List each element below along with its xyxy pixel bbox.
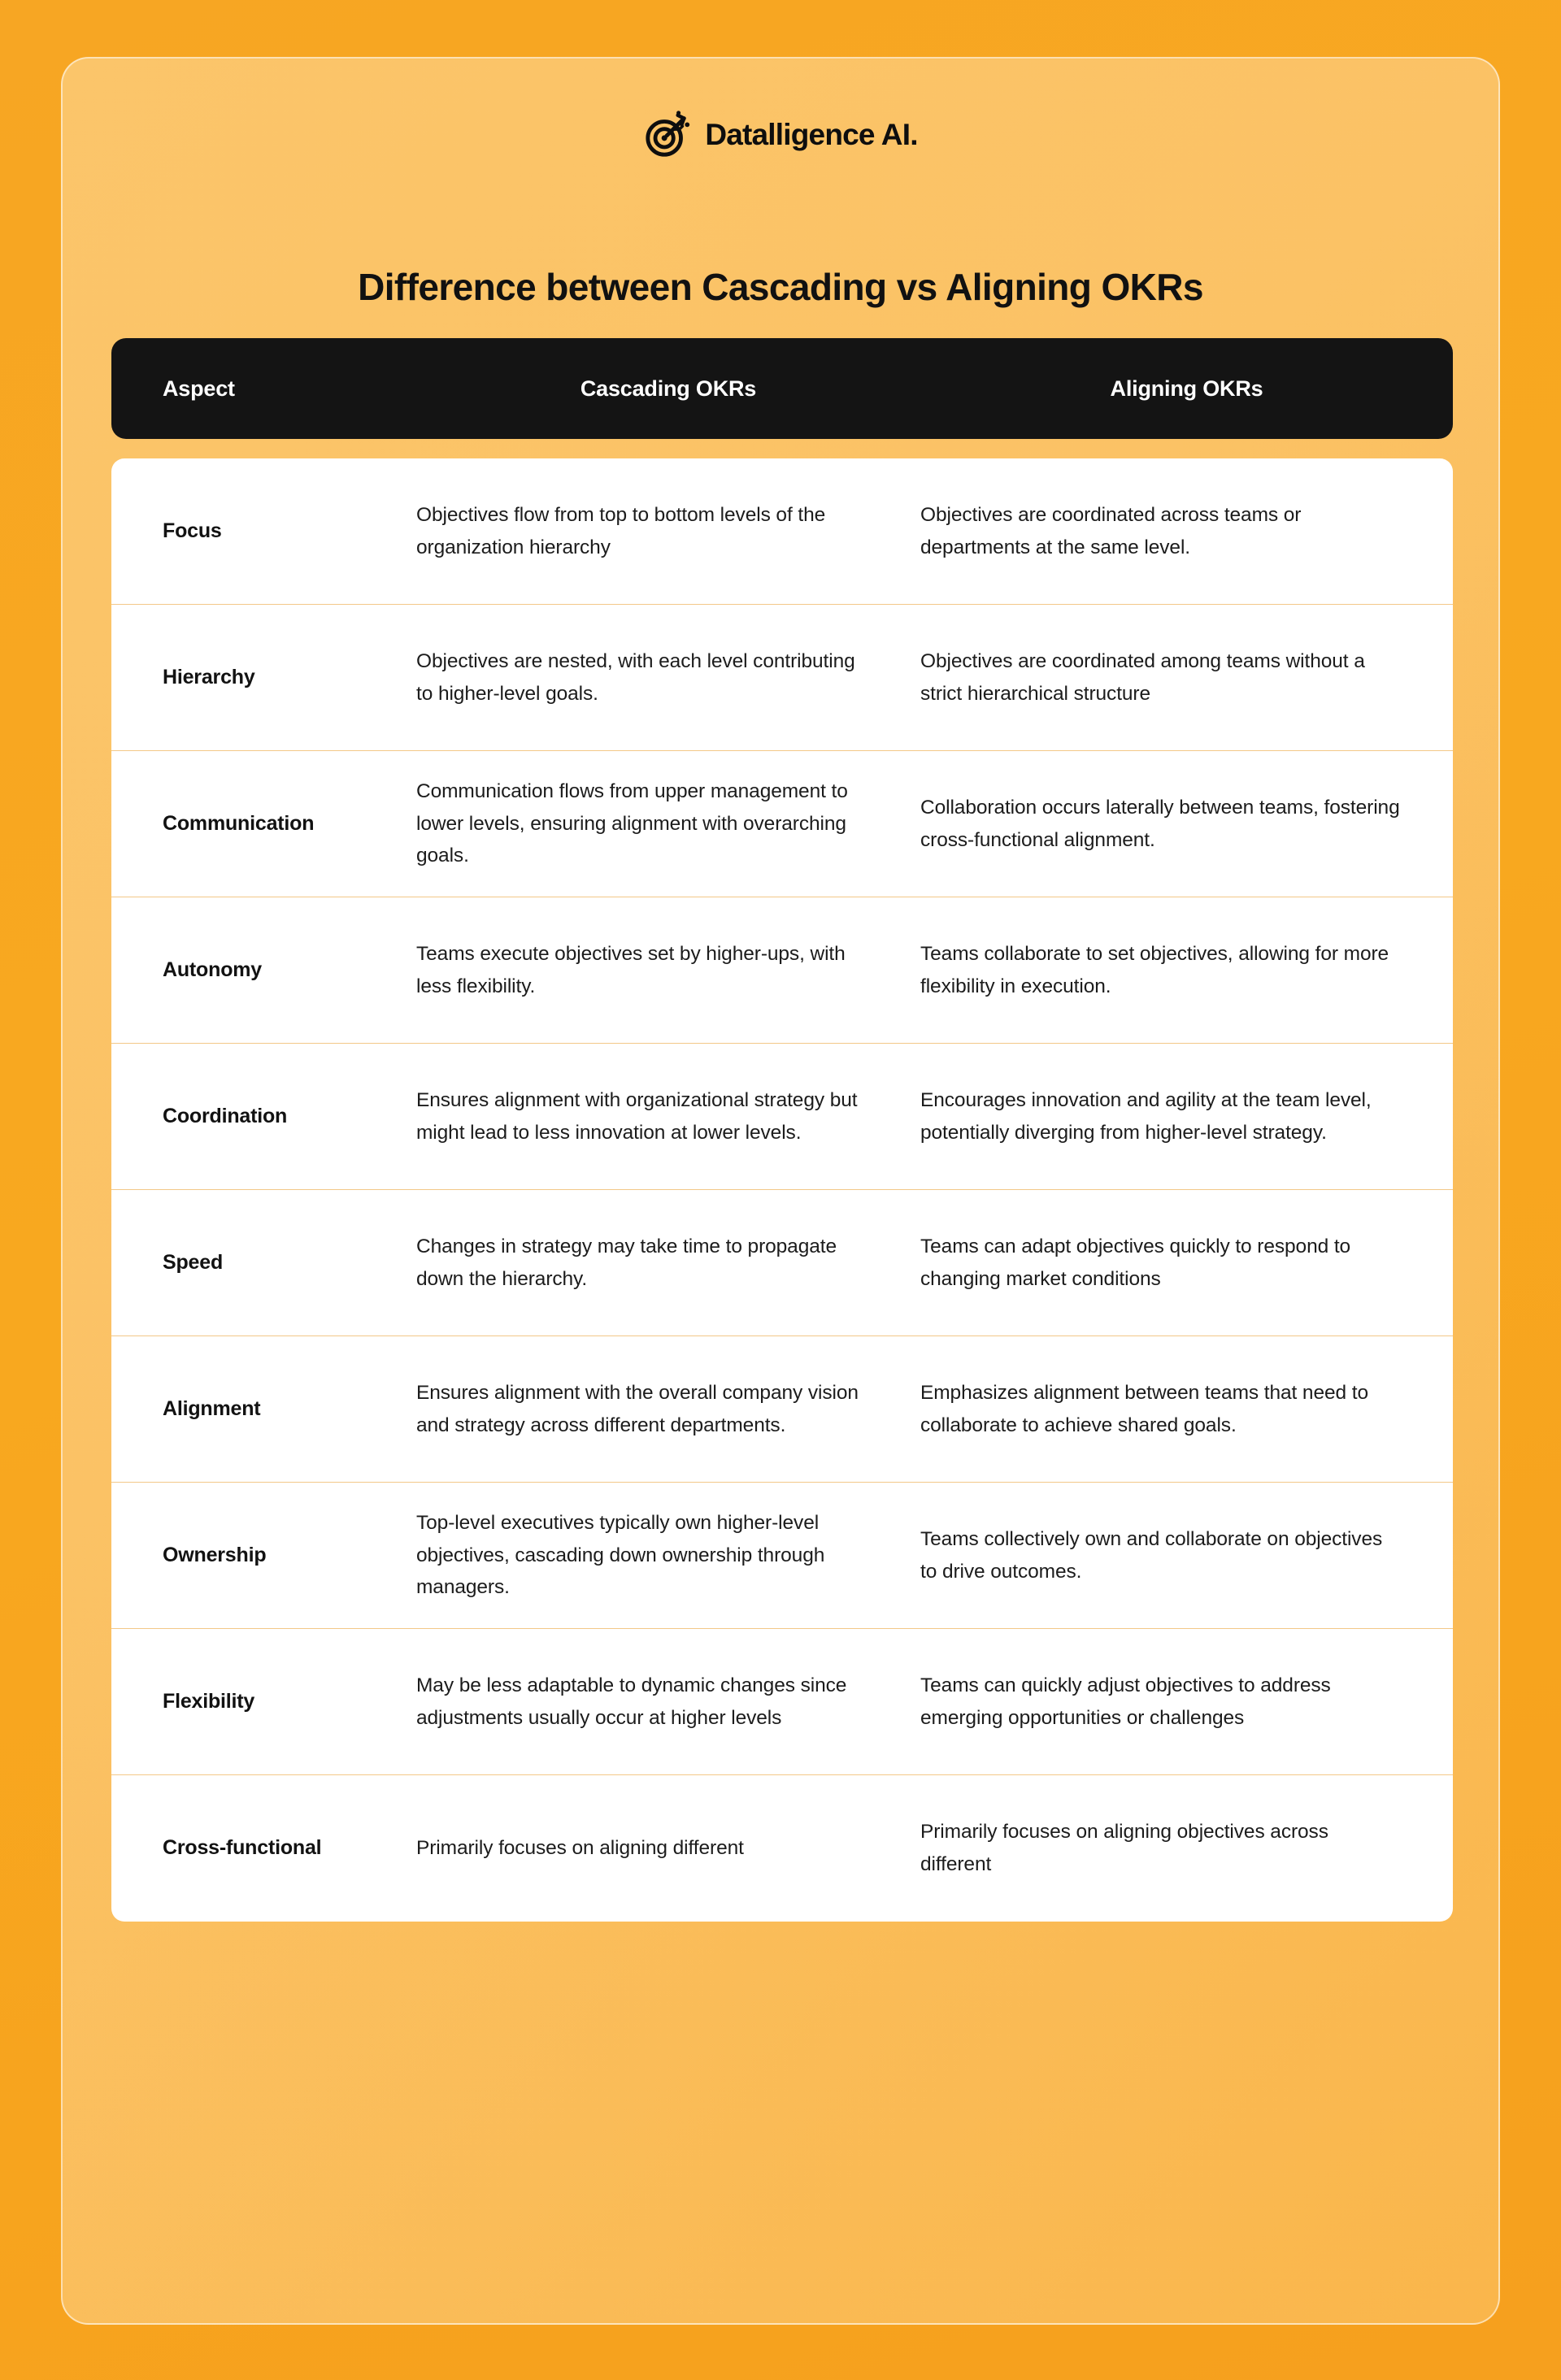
row-aligning-text: Objectives are coordinated across teams … xyxy=(920,503,1302,558)
row-cascading-text: Objectives are nested, with each level c… xyxy=(416,649,855,705)
row-aspect-label: Cross-functional xyxy=(163,1836,322,1860)
table-row: Alignment Ensures alignment with the ove… xyxy=(111,1336,1453,1483)
brand-name: Datalligence AI. xyxy=(705,117,918,151)
row-cascading-text: Primarily focuses on aligning different xyxy=(416,1837,744,1860)
row-aligning-text: Emphasizes alignment between teams that … xyxy=(920,1381,1368,1436)
table-row: Ownership Top-level executives typically… xyxy=(111,1483,1453,1629)
infographic-card: Datalligence AI. Difference between Casc… xyxy=(61,57,1500,2325)
row-cascading-text: Changes in strategy may take time to pro… xyxy=(416,1235,837,1290)
table-row: Focus Objectives flow from top to bottom… xyxy=(111,458,1453,605)
row-aspect-label: Alignment xyxy=(163,1396,261,1420)
column-header-aligning: Aligning OKRs xyxy=(1110,376,1263,401)
comparison-table: Aspect Cascading OKRs Aligning OKRs Focu… xyxy=(111,338,1453,1922)
row-aspect-label: Coordination xyxy=(163,1104,288,1127)
row-cascading-text: Ensures alignment with the overall compa… xyxy=(416,1381,859,1436)
row-aspect-label: Flexibility xyxy=(163,1689,255,1713)
row-aspect-label: Speed xyxy=(163,1250,224,1274)
table-row: Hierarchy Objectives are nested, with ea… xyxy=(111,605,1453,751)
row-aligning-text: Teams collectively own and collaborate o… xyxy=(920,1527,1383,1583)
poster-canvas: Datalligence AI. Difference between Casc… xyxy=(0,0,1561,2380)
table-row: Communication Communication flows from u… xyxy=(111,751,1453,897)
row-cascading-text: Communication flows from upper managemen… xyxy=(416,780,848,867)
row-aspect-label: Ownership xyxy=(163,1543,267,1566)
row-cascading-text: May be less adaptable to dynamic changes… xyxy=(416,1674,847,1729)
table-body: Focus Objectives flow from top to bottom… xyxy=(111,458,1453,1922)
row-aligning-text: Teams can quickly adjust objectives to a… xyxy=(920,1674,1331,1729)
brand-lockup: Datalligence AI. xyxy=(63,109,1498,159)
row-aligning-text: Encourages innovation and agility at the… xyxy=(920,1088,1372,1144)
row-cascading-text: Top-level executives typically own highe… xyxy=(416,1511,825,1599)
table-row: Speed Changes in strategy may take time … xyxy=(111,1190,1453,1336)
table-row: Coordination Ensures alignment with orga… xyxy=(111,1044,1453,1190)
row-cascading-text: Teams execute objectives set by higher-u… xyxy=(416,942,846,997)
row-aligning-text: Primarily focuses on aligning objectives… xyxy=(920,1821,1328,1875)
page-title: Difference between Cascading vs Aligning… xyxy=(358,266,1203,308)
table-row: Autonomy Teams execute objectives set by… xyxy=(111,897,1453,1044)
row-aspect-label: Autonomy xyxy=(163,958,262,981)
row-cascading-text: Ensures alignment with organizational st… xyxy=(416,1088,858,1144)
column-header-cascading: Cascading OKRs xyxy=(580,376,757,401)
row-aspect-label: Hierarchy xyxy=(163,665,255,688)
table-row: Flexibility May be less adaptable to dyn… xyxy=(111,1629,1453,1775)
table-header-row: Aspect Cascading OKRs Aligning OKRs xyxy=(111,338,1453,439)
column-header-aspect: Aspect xyxy=(163,376,235,401)
bullseye-target-arrow-icon xyxy=(643,109,694,159)
row-aspect-label: Communication xyxy=(163,811,315,835)
table-row: Cross-functional Primarily focuses on al… xyxy=(111,1775,1453,1922)
row-aligning-text: Objectives are coordinated among teams w… xyxy=(920,649,1365,705)
row-aligning-text: Collaboration occurs laterally between t… xyxy=(920,796,1400,851)
row-aligning-text: Teams collaborate to set objectives, all… xyxy=(920,942,1389,997)
row-aligning-text: Teams can adapt objectives quickly to re… xyxy=(920,1235,1351,1290)
row-cascading-text: Objectives flow from top to bottom level… xyxy=(416,503,826,558)
row-aspect-label: Focus xyxy=(163,519,222,542)
